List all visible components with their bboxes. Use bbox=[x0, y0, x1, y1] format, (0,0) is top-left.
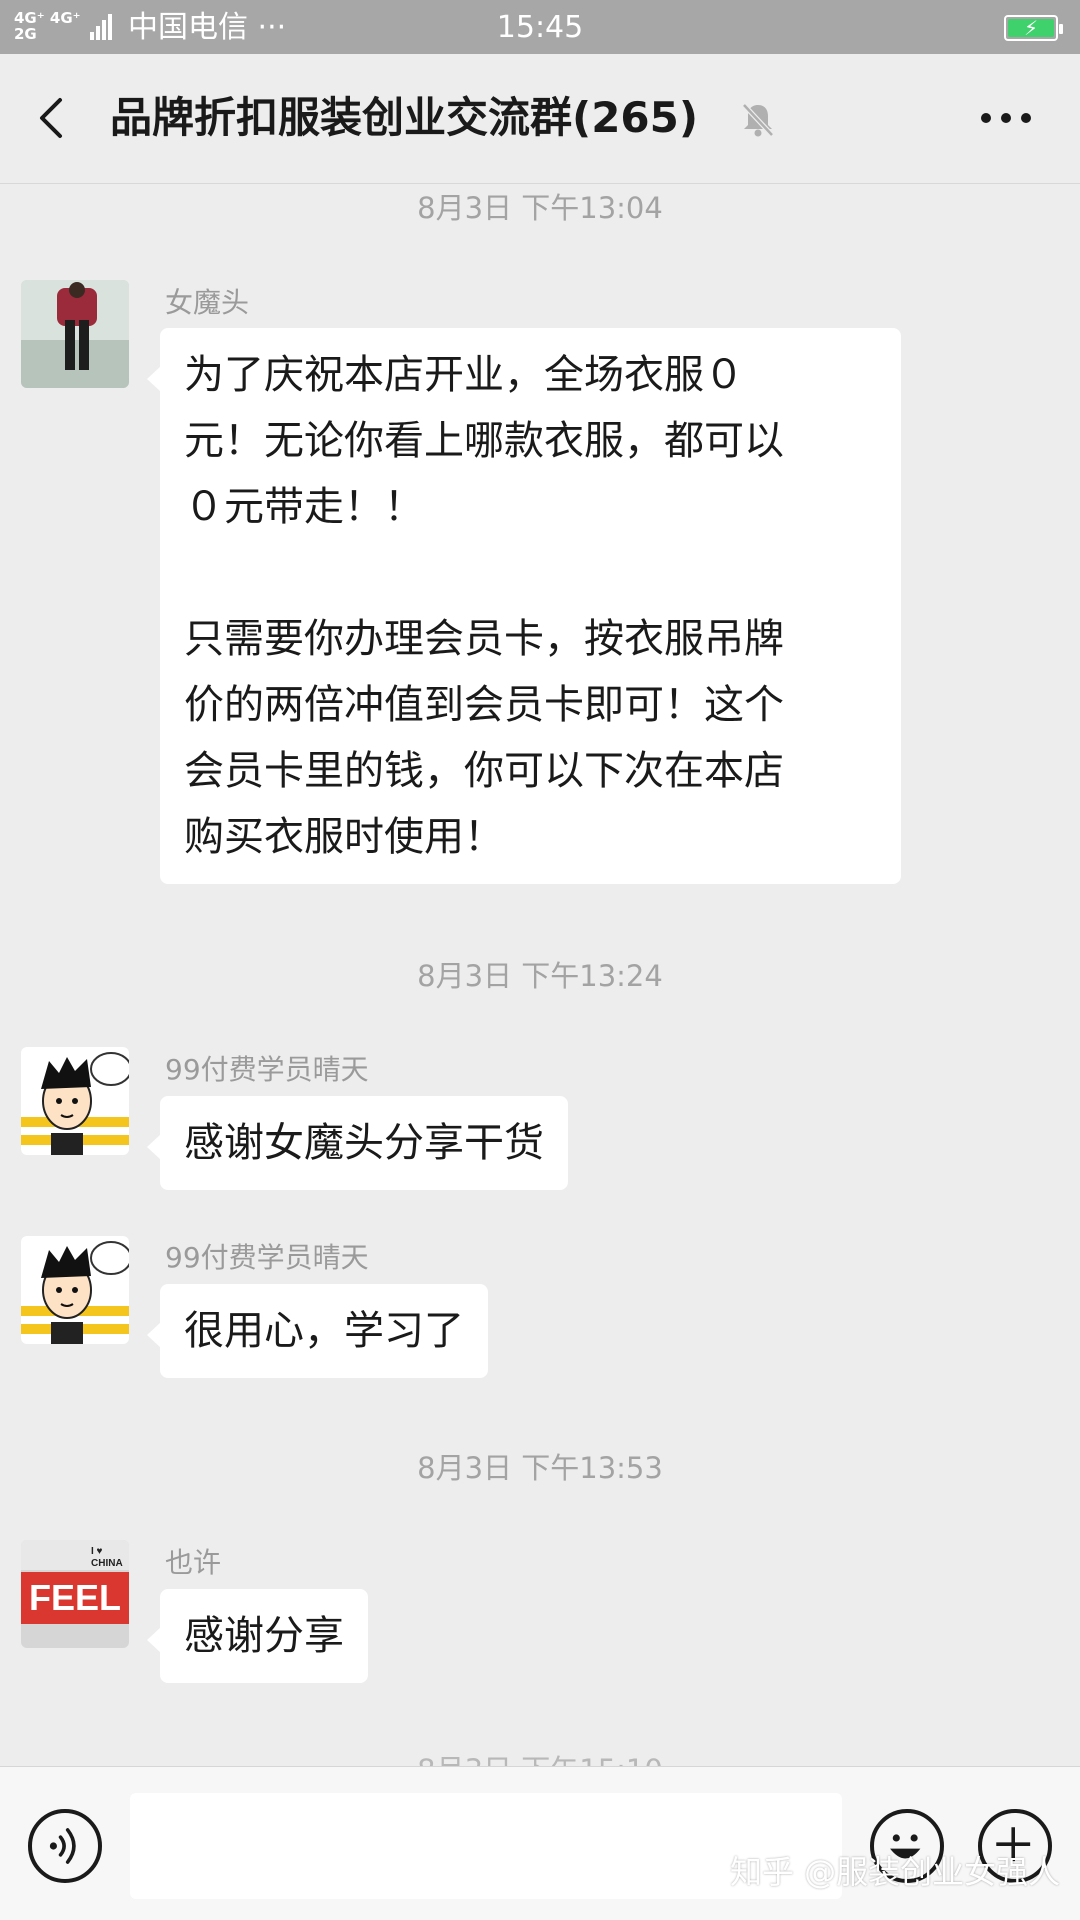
avatar[interactable] bbox=[21, 1236, 129, 1344]
message-line: 会员卡里的钱，你可以下次在本店 bbox=[184, 748, 784, 794]
sender-name: 99付费学员晴天 bbox=[165, 1241, 369, 1274]
status-time: 15:45 bbox=[496, 10, 584, 45]
message-line: 只需要你办理会员卡，按衣服吊牌 bbox=[184, 616, 784, 662]
time-separator: 8月3日 下午15:10 bbox=[0, 1752, 1080, 1766]
bell-muted-icon bbox=[742, 103, 774, 137]
time-separator: 8月3日 下午13:24 bbox=[417, 959, 663, 993]
status-bar: 4G⁺ 4G⁺ 2G 中国电信 ··· 15:45 ⚡ bbox=[0, 0, 1080, 54]
message-line: ０元带走！！ bbox=[184, 484, 424, 530]
sender-name: 也许 bbox=[165, 1546, 222, 1579]
message-line: 为了庆祝本店开业，全场衣服０ bbox=[184, 352, 744, 398]
avatar[interactable] bbox=[21, 280, 129, 388]
time-separator: 8月3日 下午13:53 bbox=[417, 1451, 663, 1485]
cartoon-avatar-icon bbox=[21, 1047, 129, 1155]
avatar[interactable] bbox=[21, 1047, 129, 1155]
voice-icon[interactable] bbox=[28, 1809, 102, 1883]
message-line: 感谢分享 bbox=[184, 1613, 344, 1659]
photo-avatar-icon bbox=[21, 280, 129, 388]
battery-icon: ⚡ bbox=[1004, 15, 1063, 41]
sender-name: 女魔头 bbox=[165, 286, 250, 319]
watermark: 知乎 @服装创业女强人 bbox=[730, 1853, 1061, 1891]
message-bubble[interactable]: 为了庆祝本店开业，全场衣服０ 元！无论你看上哪款衣服，都可以 ０元带走！！ 只需… bbox=[147, 328, 901, 884]
message-line: 购买衣服时使用！ bbox=[184, 814, 504, 860]
chat-title: 品牌折扣服装创业交流群(265) bbox=[110, 93, 699, 142]
message-line: 价的两倍冲值到会员卡即可！这个 bbox=[184, 682, 784, 728]
cartoon-avatar-icon bbox=[21, 1236, 129, 1344]
message-bubble[interactable]: 感谢女魔头分享干货 bbox=[147, 1096, 568, 1190]
feel-logo: FEEL bbox=[21, 1572, 129, 1624]
message-bubble[interactable]: 感谢分享 bbox=[147, 1589, 368, 1683]
chevron-left-icon[interactable] bbox=[30, 94, 78, 142]
time-separator: 8月3日 下午13:04 bbox=[417, 191, 663, 225]
more-dots-icon[interactable] bbox=[978, 98, 1034, 138]
avatar-subtext: I ♥ CHINA bbox=[91, 1546, 123, 1569]
message-line: 很用心，学习了 bbox=[184, 1308, 464, 1354]
message-bubble[interactable]: 很用心，学习了 bbox=[147, 1284, 488, 1378]
sender-name: 99付费学员晴天 bbox=[165, 1053, 369, 1086]
message-line: 元！无论你看上哪款衣服，都可以 bbox=[184, 418, 784, 464]
message-line: 感谢女魔头分享干货 bbox=[184, 1120, 544, 1166]
input-bar bbox=[0, 1766, 1080, 1920]
chat-header: 品牌折扣服装创业交流群(265) bbox=[0, 54, 1080, 184]
avatar[interactable]: I ♥ CHINA FEEL bbox=[21, 1540, 129, 1648]
